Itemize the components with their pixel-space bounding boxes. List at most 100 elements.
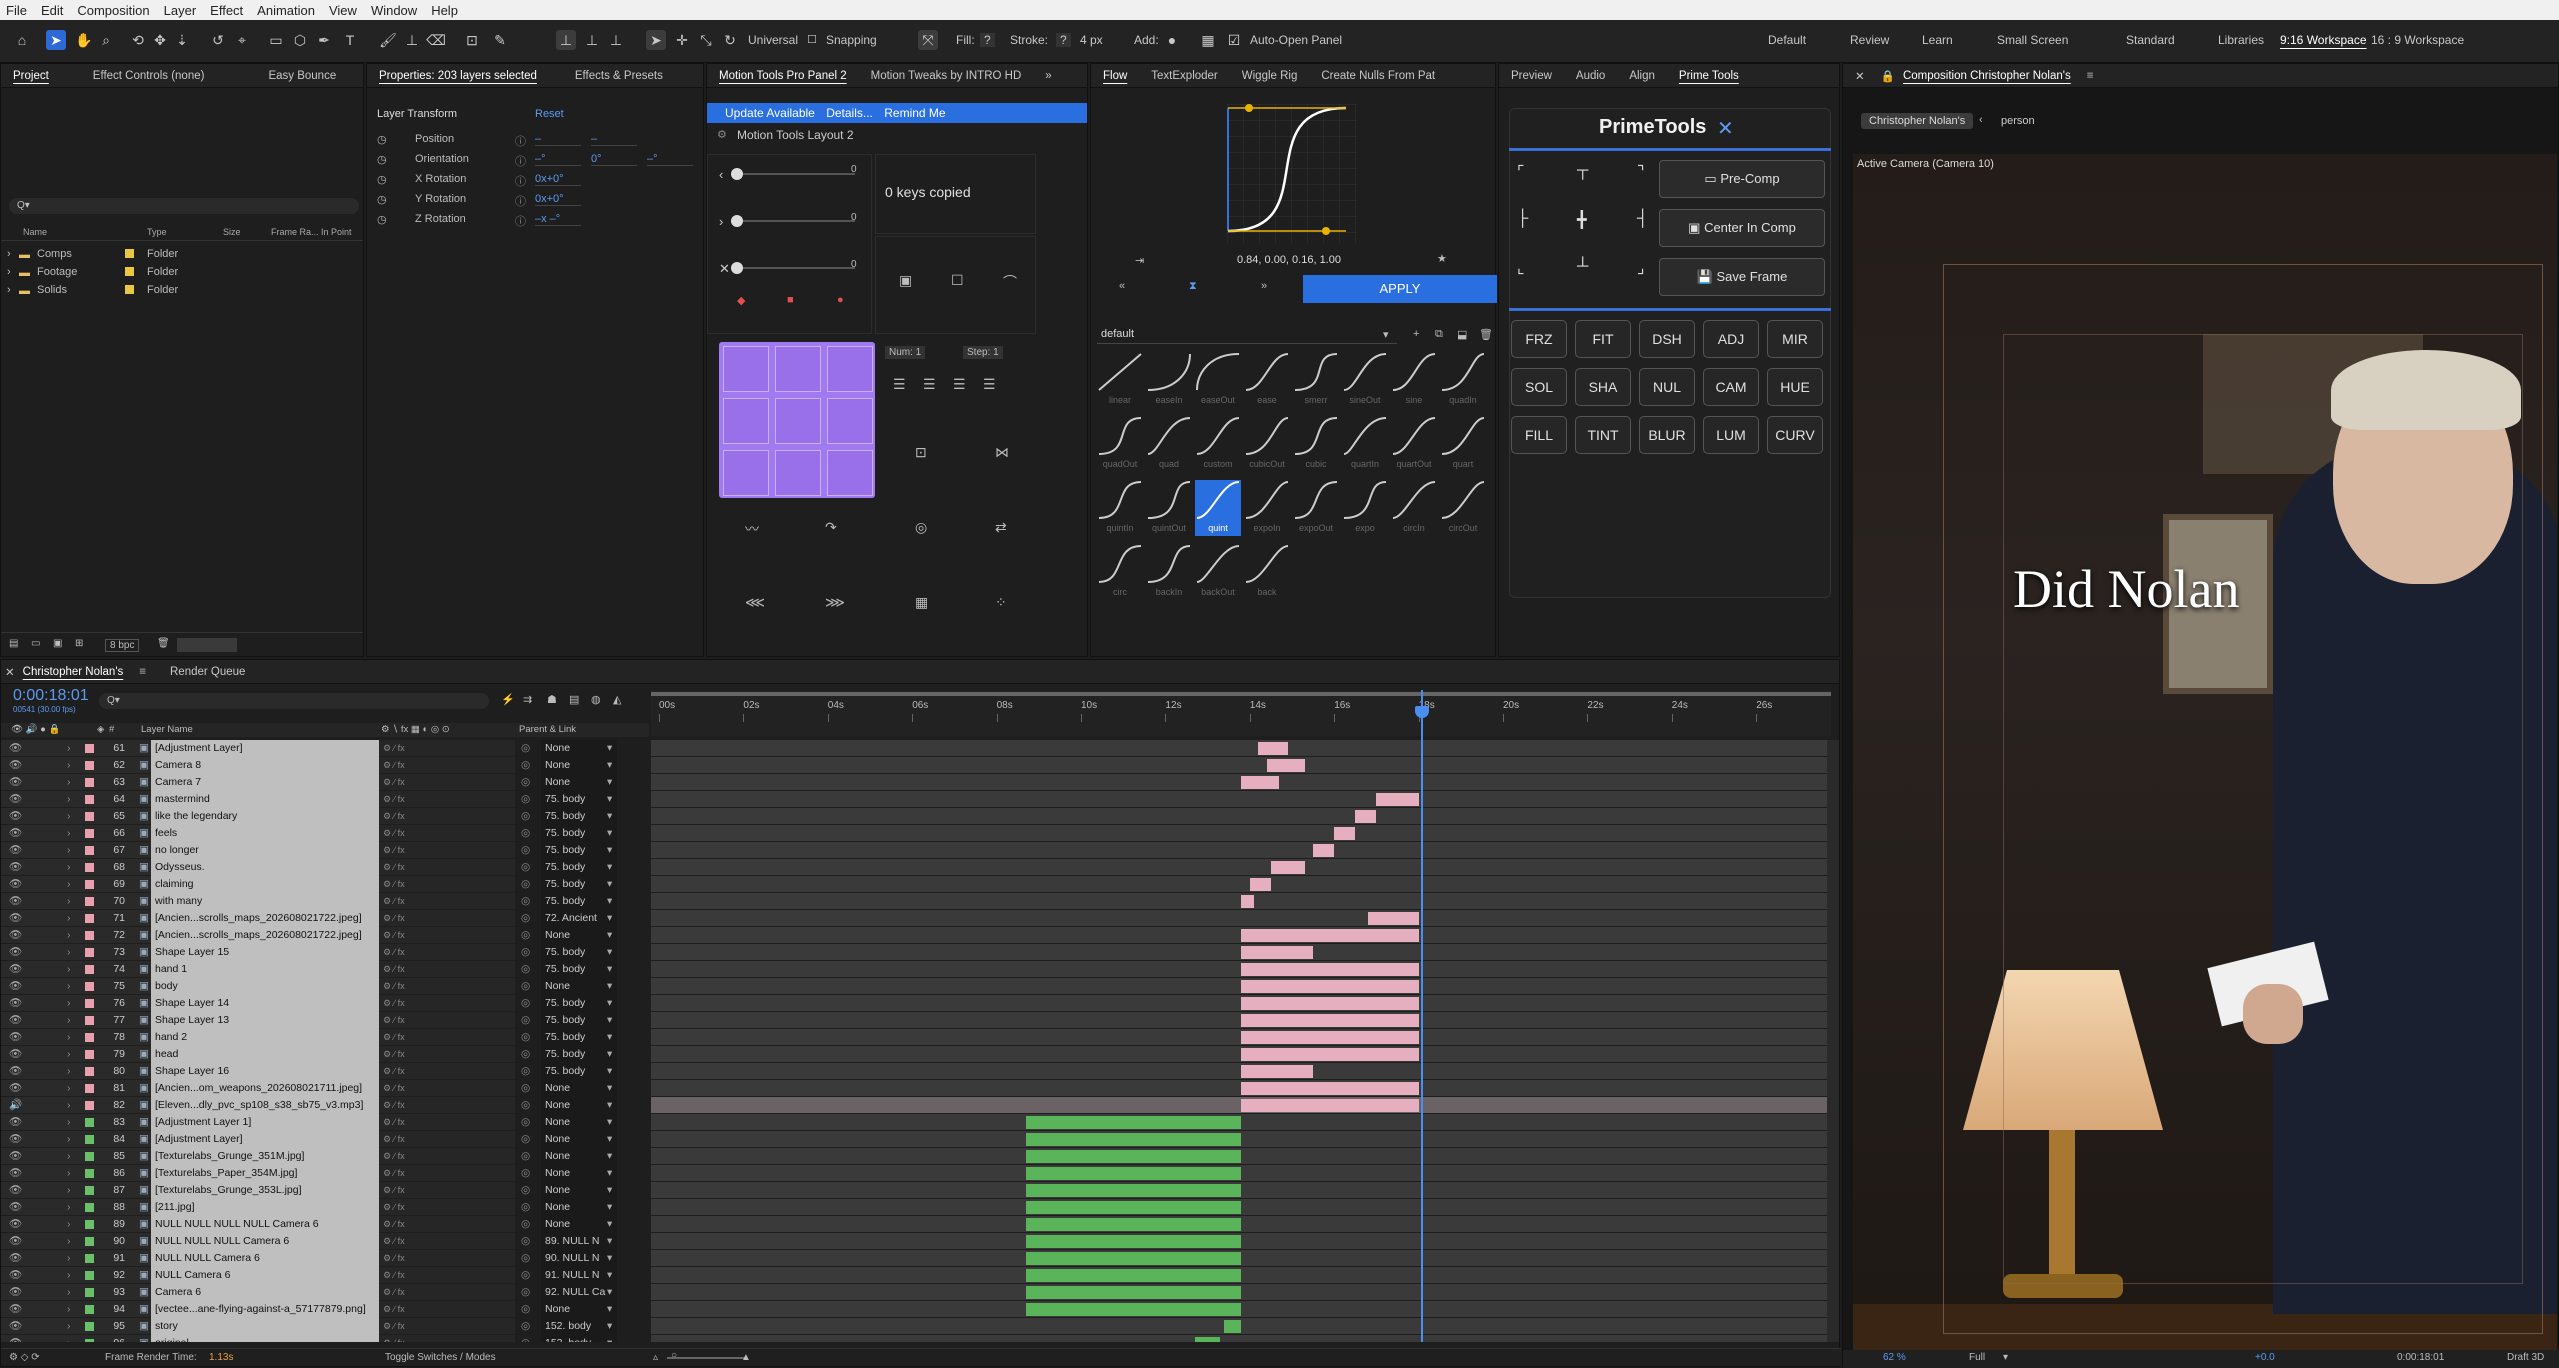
property-value[interactable]: –° xyxy=(535,153,581,166)
curve-preset-quint[interactable]: quint xyxy=(1195,480,1241,536)
expand-arrow-icon[interactable]: › xyxy=(67,1216,71,1233)
curve-preset-quintIn[interactable]: quintIn xyxy=(1097,480,1143,536)
menu-icon[interactable]: ≡ xyxy=(2075,70,2106,82)
comp-flowchart-icon[interactable]: ⇉ xyxy=(523,693,532,706)
timeline-layer-row[interactable]: 👁 › 92 ▣ NULL Camera 6 ⚙ ∕ fx ◎ 91. NULL N ▾ xyxy=(1,1267,1831,1284)
layer-label-swatch[interactable] xyxy=(85,1203,94,1212)
curve-preset-quad[interactable]: quad xyxy=(1146,416,1192,472)
col-framerate[interactable]: Frame Ra... xyxy=(271,227,319,237)
expand-arrow-icon[interactable]: › xyxy=(67,1131,71,1148)
switch-icons[interactable]: ⚙ ∕ fx xyxy=(383,808,405,825)
expand-arrow-icon[interactable]: › xyxy=(67,1063,71,1080)
pickwhip-icon[interactable]: ◎ xyxy=(521,1199,530,1216)
col-type[interactable]: Type xyxy=(147,227,167,237)
primetools-curv-button[interactable]: CURV xyxy=(1767,416,1823,454)
layer-label-swatch[interactable] xyxy=(85,1339,94,1342)
pickwhip-icon[interactable]: ◎ xyxy=(521,1165,530,1182)
layer-label-swatch[interactable] xyxy=(85,1254,94,1263)
visibility-icon[interactable]: 👁 xyxy=(9,995,22,1012)
property-value[interactable]: – xyxy=(591,133,637,146)
anchor-cell[interactable] xyxy=(827,450,873,496)
brush-tool-icon[interactable]: 🖌 xyxy=(378,30,398,50)
curve-preset-linear[interactable]: linear xyxy=(1097,352,1143,408)
pickwhip-icon[interactable]: ◎ xyxy=(521,1029,530,1046)
timeline-layer-row[interactable]: 👁 › 86 ▣ [Texturelabs_Paper_354M.jpg] ⚙ ∕ fx ◎… xyxy=(1,1165,1831,1182)
pickwhip-icon[interactable]: ◎ xyxy=(521,791,530,808)
curve-preset-ease[interactable]: ease xyxy=(1244,352,1290,408)
switch-icons[interactable]: ⚙ ∕ fx xyxy=(383,842,405,859)
align-right-icon[interactable]: ☰ xyxy=(953,376,966,393)
switch-icons[interactable]: ⚙ ∕ fx xyxy=(383,791,405,808)
pickwhip-icon[interactable]: ◎ xyxy=(521,825,530,842)
tab-audio[interactable]: Audio xyxy=(1564,70,1617,82)
pen-tool-icon[interactable]: ✒ xyxy=(314,30,334,50)
visibility-icon[interactable]: 👁 xyxy=(9,825,22,842)
num-field[interactable]: Num: 1 xyxy=(885,346,926,359)
property-value[interactable]: 0x+0° xyxy=(535,173,581,186)
tab-wiggle-rig[interactable]: Wiggle Rig xyxy=(1230,70,1310,82)
timeline-layer-row[interactable]: 🔊 › 82 ▣ [Eleven...dly_pvc_sp108_s38_sb75_v3… xyxy=(1,1097,1831,1114)
primetools-nul-button[interactable]: NUL xyxy=(1639,368,1695,406)
new-comp-icon[interactable]: ▣ xyxy=(53,638,62,649)
layer-name[interactable]: Shape Layer 15 xyxy=(151,944,379,961)
primetools-sha-button[interactable]: SHA xyxy=(1575,368,1631,406)
layer-duration-bar[interactable] xyxy=(1241,776,1280,789)
col-size[interactable]: Size xyxy=(223,227,241,237)
layer-name[interactable]: Shape Layer 14 xyxy=(151,995,379,1012)
timeline-layer-row[interactable]: 👁 › 85 ▣ [Texturelabs_Grunge_351M.jpg] ⚙ ∕ fx… xyxy=(1,1148,1831,1165)
anchor-cell[interactable] xyxy=(775,398,821,444)
switch-icons[interactable]: ⚙ ∕ fx xyxy=(383,1335,405,1342)
tab-properties[interactable]: Properties: 203 layers selected xyxy=(367,70,549,82)
link-icon[interactable]: ⓘ xyxy=(515,173,526,189)
tab-textexploder[interactable]: TextExploder xyxy=(1139,70,1229,82)
property-value[interactable]: 0° xyxy=(591,153,637,166)
flow-prev-icon[interactable]: « xyxy=(1119,280,1125,292)
curve-preset-cubic[interactable]: cubic xyxy=(1293,416,1339,472)
layer-label-swatch[interactable] xyxy=(85,1220,94,1229)
curve-preset-circ[interactable]: circ xyxy=(1097,544,1143,600)
draft-3d-icon[interactable]: ⚡ xyxy=(501,693,515,706)
expand-arrow-icon[interactable]: › xyxy=(67,791,71,808)
expand-arrow-icon[interactable]: › xyxy=(67,1114,71,1131)
timeline-layer-row[interactable]: 👁 › 72 ▣ [Ancien...scrolls_maps_202608021722… xyxy=(1,927,1831,944)
anchor-cell[interactable] xyxy=(775,346,821,392)
parent-select[interactable]: 75. body xyxy=(541,1029,617,1046)
layer-label-swatch[interactable] xyxy=(85,914,94,923)
parent-select[interactable]: None xyxy=(541,1131,617,1148)
layer-name[interactable]: story xyxy=(151,1318,379,1335)
layer-name[interactable]: [Eleven...dly_pvc_sp108_s38_sb75_v3.mp3] xyxy=(151,1097,379,1114)
anchor-cell[interactable] xyxy=(723,398,769,444)
project-scrollbar[interactable] xyxy=(177,638,237,652)
3d-tool-icon[interactable]: ⬡ xyxy=(290,30,310,50)
comp-timecode[interactable]: 0:00:18:01 xyxy=(2397,1352,2444,1363)
align-left-icon[interactable]: ☰ xyxy=(893,376,906,393)
layer-label-swatch[interactable] xyxy=(85,1322,94,1331)
visibility-icon[interactable]: 👁 xyxy=(9,910,22,927)
visibility-icon[interactable]: 👁 xyxy=(9,1318,22,1335)
primetools-fill-button[interactable]: FILL xyxy=(1511,416,1567,454)
work-area-bar[interactable] xyxy=(651,692,1831,696)
timeline-layer-row[interactable]: 👁 › 96 ▣original ⚙ ∕ fx ◎ 152. body▾ xyxy=(1,1335,1831,1342)
layer-name[interactable]: [Adjustment Layer 1] xyxy=(151,1114,379,1131)
curve-preset-custom[interactable]: custom xyxy=(1195,416,1241,472)
pickwhip-icon[interactable]: ◎ xyxy=(521,961,530,978)
expand-arrow-icon[interactable]: › xyxy=(67,961,71,978)
switch-icons[interactable]: ⚙ ∕ fx xyxy=(383,1318,405,1335)
workspace-2[interactable]: Review xyxy=(1850,33,1889,47)
square-outline-icon[interactable]: ☐ xyxy=(951,272,964,289)
select-mode-icon[interactable]: ➤ xyxy=(646,30,666,50)
switch-icons[interactable]: ⚙ ∕ fx xyxy=(383,1046,405,1063)
switch-icons[interactable]: ⚙ ∕ fx xyxy=(383,740,405,757)
pickwhip-icon[interactable]: ◎ xyxy=(521,1233,530,1250)
reset-link[interactable]: Reset xyxy=(535,108,564,120)
timeline-close-icon[interactable]: ✕ xyxy=(1,665,19,679)
layer-name[interactable]: no longer xyxy=(151,842,379,859)
parent-chevron-icon[interactable]: ▾ xyxy=(607,1029,612,1046)
visibility-icon[interactable]: 👁 xyxy=(9,944,22,961)
panel-more-icon[interactable]: » xyxy=(1033,70,1063,82)
parent-select[interactable]: 75. body xyxy=(541,825,617,842)
tab-effects-presets[interactable]: Effects & Presets xyxy=(563,70,675,82)
align-anchor-icon[interactable]: ┬ xyxy=(1577,162,1588,180)
parent-chevron-icon[interactable]: ▾ xyxy=(607,1216,612,1233)
expand-arrow-icon[interactable]: › xyxy=(67,1267,71,1284)
